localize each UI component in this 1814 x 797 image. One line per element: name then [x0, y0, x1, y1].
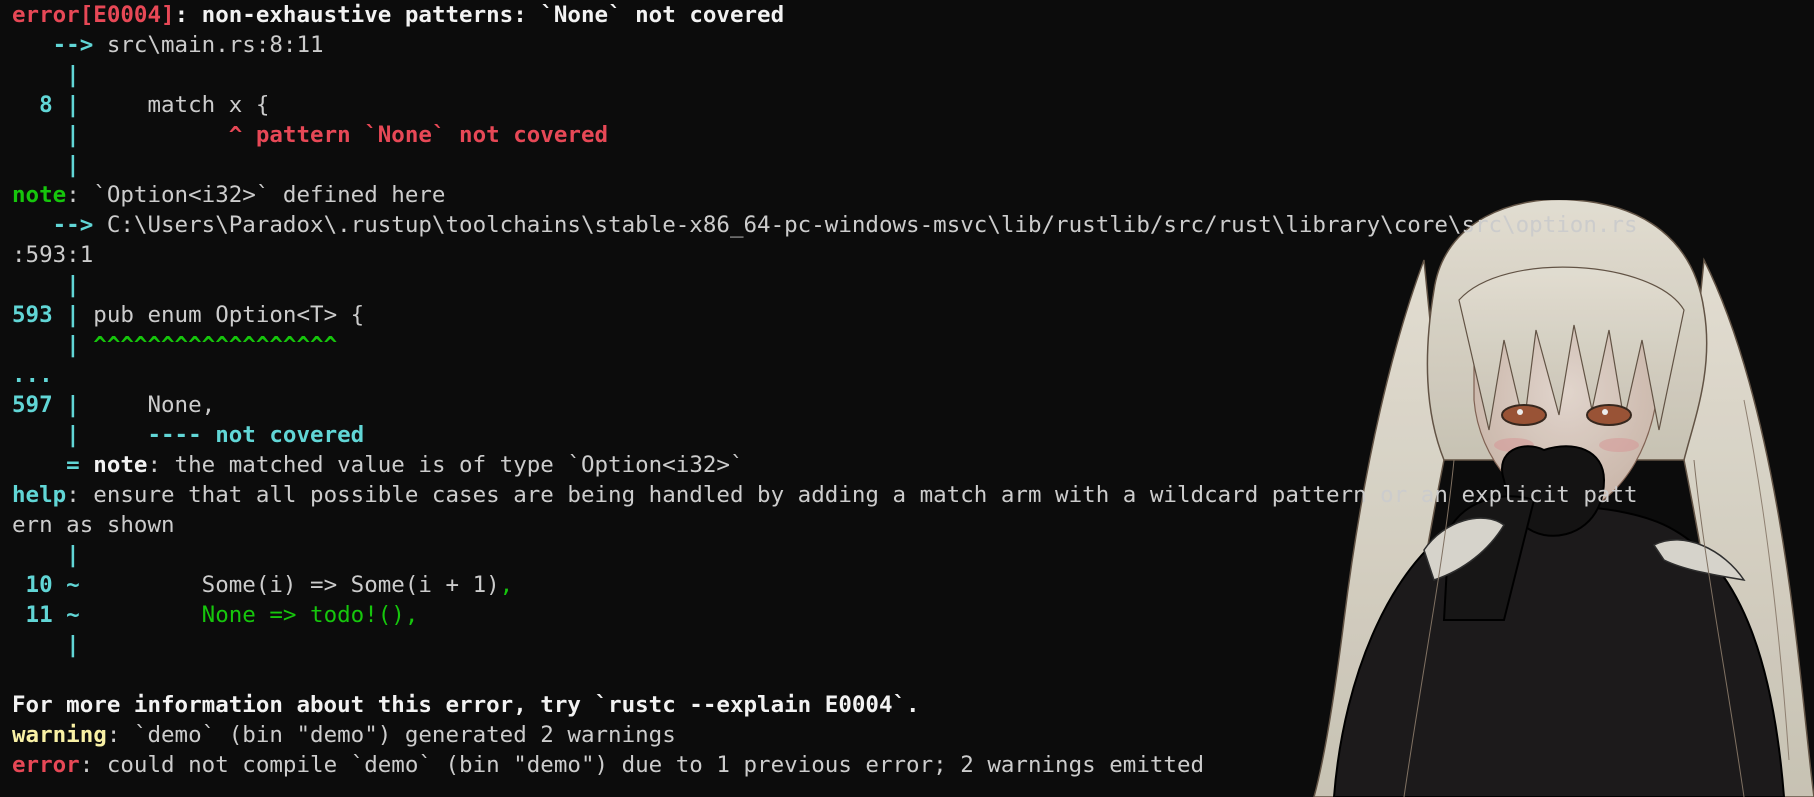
- terminal-text-segment: error[E0004]: [12, 2, 175, 28]
- terminal-text-segment: Some(i) => Some(i + 1): [79, 572, 500, 598]
- terminal-line: --> C:\Users\Paradox\.rustup\toolchains\…: [0, 210, 1814, 240]
- terminal-text-segment: -->: [12, 32, 107, 58]
- terminal-line: |: [0, 270, 1814, 300]
- terminal-text-segment: :593:1: [12, 242, 94, 268]
- terminal-text-segment: ern as shown: [12, 512, 175, 538]
- terminal-line: 8 | match x {: [0, 90, 1814, 120]
- terminal-line: | ^^^^^^^^^^^^^^^^^^: [0, 330, 1814, 360]
- terminal-line: error[E0004]: non-exhaustive patterns: `…: [0, 0, 1814, 30]
- terminal-text-segment: ---- not covered: [79, 422, 365, 448]
- terminal-line: warning: `demo` (bin "demo") generated 2…: [0, 720, 1814, 750]
- terminal-line: 597 | None,: [0, 390, 1814, 420]
- terminal-line: = note: the matched value is of type `Op…: [0, 450, 1814, 480]
- terminal-line: :593:1: [0, 240, 1814, 270]
- terminal-text-segment: warning: [12, 722, 107, 748]
- terminal-line: | ^ pattern `None` not covered: [0, 120, 1814, 150]
- terminal-text-segment: note: [93, 452, 148, 478]
- terminal-text-segment: |: [12, 122, 80, 148]
- terminal-text-segment: |: [12, 272, 80, 298]
- terminal-window[interactable]: error[E0004]: non-exhaustive patterns: `…: [0, 0, 1814, 797]
- terminal-text-segment: : the matched value is of type `Option<i…: [147, 452, 744, 478]
- terminal-text-segment: |: [12, 422, 80, 448]
- terminal-text-segment: ,: [499, 572, 514, 598]
- terminal-text-segment: : non-exhaustive patterns: `None` not co…: [174, 2, 785, 28]
- terminal-text-segment: note: [12, 182, 67, 208]
- terminal-text-segment: 8 |: [12, 92, 80, 118]
- terminal-text-segment: |: [12, 332, 80, 358]
- terminal-text-segment: C:\Users\Paradox\.rustup\toolchains\stab…: [106, 212, 1638, 238]
- terminal-line: For more information about this error, t…: [0, 690, 1814, 720]
- terminal-line: help: ensure that all possible cases are…: [0, 480, 1814, 510]
- terminal-line: |: [0, 540, 1814, 570]
- terminal-text-segment: help: [12, 482, 67, 508]
- terminal-text-segment: =: [12, 452, 94, 478]
- terminal-line: ern as shown: [0, 510, 1814, 540]
- terminal-text-segment: : `Option<i32>` defined here: [66, 182, 446, 208]
- terminal-line: --> src\main.rs:8:11: [0, 30, 1814, 60]
- terminal-line: note: `Option<i32>` defined here: [0, 180, 1814, 210]
- terminal-text-segment: |: [12, 62, 80, 88]
- terminal-line: 11 ~ None => todo!(),: [0, 600, 1814, 630]
- terminal-text-segment: pub enum Option<T> {: [79, 302, 365, 328]
- terminal-text-segment: : ensure that all possible cases are bei…: [66, 482, 1638, 508]
- terminal-text-segment: match x {: [79, 92, 270, 118]
- terminal-output[interactable]: error[E0004]: non-exhaustive patterns: `…: [0, 0, 1814, 797]
- terminal-line: error: could not compile `demo` (bin "de…: [0, 750, 1814, 780]
- terminal-text-segment: -->: [12, 212, 107, 238]
- terminal-text-segment: None,: [79, 392, 216, 418]
- terminal-line: |: [0, 150, 1814, 180]
- terminal-text-segment: 597 |: [12, 392, 80, 418]
- terminal-line: 593 | pub enum Option<T> {: [0, 300, 1814, 330]
- terminal-text-segment: ^^^^^^^^^^^^^^^^^^: [79, 332, 338, 358]
- terminal-text-segment: 10 ~: [12, 572, 80, 598]
- terminal-text-segment: error: [12, 752, 80, 778]
- terminal-text-segment: |: [12, 542, 80, 568]
- terminal-text-segment: ^ pattern `None` not covered: [79, 122, 609, 148]
- terminal-text-segment: |: [12, 152, 80, 178]
- terminal-line: 10 ~ Some(i) => Some(i + 1),: [0, 570, 1814, 600]
- terminal-line: |: [0, 630, 1814, 660]
- terminal-line: |: [0, 60, 1814, 90]
- terminal-text-segment: : could not compile `demo` (bin "demo") …: [79, 752, 1205, 778]
- terminal-text-segment: ...: [12, 362, 53, 388]
- terminal-line: | ---- not covered: [0, 420, 1814, 450]
- terminal-text-segment: src\main.rs:8:11: [106, 32, 324, 58]
- terminal-line: ...: [0, 360, 1814, 390]
- terminal-text-segment: 11 ~: [12, 602, 80, 628]
- terminal-text-segment: For more information about this error, t…: [12, 692, 920, 718]
- terminal-text-segment: None => todo!(),: [79, 602, 419, 628]
- terminal-text-segment: : `demo` (bin "demo") generated 2 warnin…: [106, 722, 676, 748]
- terminal-text-segment: |: [12, 632, 80, 658]
- terminal-text-segment: 593 |: [12, 302, 80, 328]
